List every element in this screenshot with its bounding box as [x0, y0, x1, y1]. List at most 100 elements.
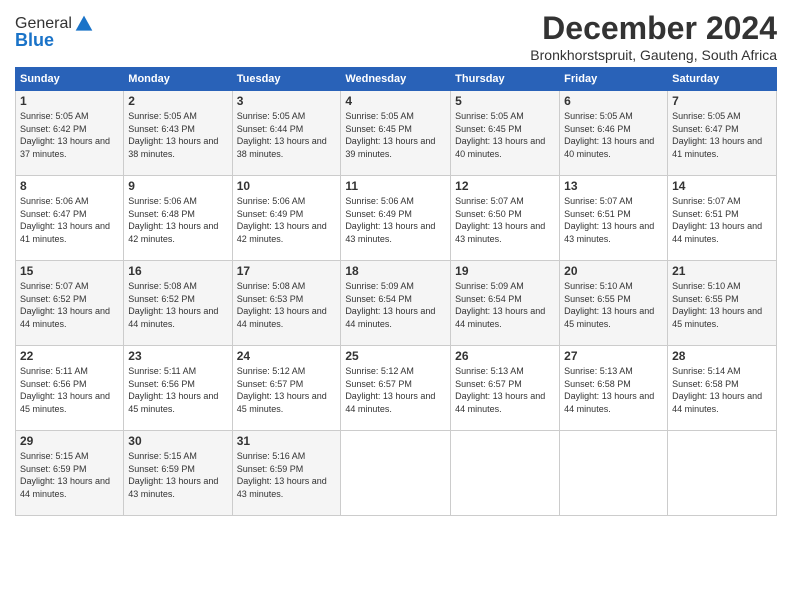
sunset-label: Sunset: 6:59 PM — [128, 464, 195, 474]
day-info: Sunrise: 5:08 AM Sunset: 6:52 PM Dayligh… — [128, 280, 227, 330]
table-cell: 3 Sunrise: 5:05 AM Sunset: 6:44 PM Dayli… — [232, 91, 341, 176]
sunrise-label: Sunrise: 5:07 AM — [672, 196, 741, 206]
table-cell: 4 Sunrise: 5:05 AM Sunset: 6:45 PM Dayli… — [341, 91, 451, 176]
sunrise-label: Sunrise: 5:11 AM — [20, 366, 88, 376]
table-cell: 2 Sunrise: 5:05 AM Sunset: 6:43 PM Dayli… — [124, 91, 232, 176]
calendar-week-2: 8 Sunrise: 5:06 AM Sunset: 6:47 PM Dayli… — [16, 176, 777, 261]
sunrise-label: Sunrise: 5:06 AM — [20, 196, 89, 206]
sunrise-label: Sunrise: 5:05 AM — [20, 111, 89, 121]
sunset-label: Sunset: 6:42 PM — [20, 124, 87, 134]
table-cell: 1 Sunrise: 5:05 AM Sunset: 6:42 PM Dayli… — [16, 91, 124, 176]
col-sunday: Sunday — [16, 68, 124, 91]
day-number: 23 — [128, 349, 227, 363]
sunrise-label: Sunrise: 5:11 AM — [128, 366, 196, 376]
daylight-label: Daylight: 13 hours and 45 minutes. — [564, 306, 654, 329]
table-cell: 30 Sunrise: 5:15 AM Sunset: 6:59 PM Dayl… — [124, 431, 232, 516]
sunset-label: Sunset: 6:54 PM — [345, 294, 412, 304]
sunrise-label: Sunrise: 5:05 AM — [455, 111, 524, 121]
sunset-label: Sunset: 6:56 PM — [128, 379, 195, 389]
sunrise-label: Sunrise: 5:14 AM — [672, 366, 741, 376]
sunset-label: Sunset: 6:59 PM — [20, 464, 87, 474]
table-cell: 8 Sunrise: 5:06 AM Sunset: 6:47 PM Dayli… — [16, 176, 124, 261]
table-cell: 23 Sunrise: 5:11 AM Sunset: 6:56 PM Dayl… — [124, 346, 232, 431]
sunset-label: Sunset: 6:57 PM — [345, 379, 412, 389]
sunset-label: Sunset: 6:51 PM — [564, 209, 631, 219]
table-cell: 28 Sunrise: 5:14 AM Sunset: 6:58 PM Dayl… — [668, 346, 777, 431]
table-cell: 29 Sunrise: 5:15 AM Sunset: 6:59 PM Dayl… — [16, 431, 124, 516]
day-info: Sunrise: 5:15 AM Sunset: 6:59 PM Dayligh… — [20, 450, 119, 500]
daylight-label: Daylight: 13 hours and 43 minutes. — [128, 476, 218, 499]
sunset-label: Sunset: 6:49 PM — [345, 209, 412, 219]
sunrise-label: Sunrise: 5:10 AM — [564, 281, 633, 291]
sunset-label: Sunset: 6:52 PM — [20, 294, 87, 304]
daylight-label: Daylight: 13 hours and 45 minutes. — [20, 391, 110, 414]
table-cell — [341, 431, 451, 516]
daylight-label: Daylight: 13 hours and 45 minutes. — [128, 391, 218, 414]
table-cell: 31 Sunrise: 5:16 AM Sunset: 6:59 PM Dayl… — [232, 431, 341, 516]
table-cell — [668, 431, 777, 516]
table-cell: 25 Sunrise: 5:12 AM Sunset: 6:57 PM Dayl… — [341, 346, 451, 431]
day-number: 1 — [20, 94, 119, 108]
table-cell: 9 Sunrise: 5:06 AM Sunset: 6:48 PM Dayli… — [124, 176, 232, 261]
day-number: 28 — [672, 349, 772, 363]
daylight-label: Daylight: 13 hours and 38 minutes. — [237, 136, 327, 159]
day-number: 27 — [564, 349, 663, 363]
day-info: Sunrise: 5:14 AM Sunset: 6:58 PM Dayligh… — [672, 365, 772, 415]
day-number: 31 — [237, 434, 337, 448]
sunset-label: Sunset: 6:48 PM — [128, 209, 195, 219]
header-area: General Blue December 2024 Bronkhorstspr… — [15, 10, 777, 63]
sunset-label: Sunset: 6:53 PM — [237, 294, 304, 304]
sunrise-label: Sunrise: 5:09 AM — [345, 281, 414, 291]
sunrise-label: Sunrise: 5:06 AM — [128, 196, 197, 206]
sunset-label: Sunset: 6:57 PM — [237, 379, 304, 389]
daylight-label: Daylight: 13 hours and 43 minutes. — [237, 476, 327, 499]
sunrise-label: Sunrise: 5:10 AM — [672, 281, 741, 291]
day-info: Sunrise: 5:12 AM Sunset: 6:57 PM Dayligh… — [237, 365, 337, 415]
sunrise-label: Sunrise: 5:13 AM — [564, 366, 633, 376]
daylight-label: Daylight: 13 hours and 44 minutes. — [20, 306, 110, 329]
sunrise-label: Sunrise: 5:05 AM — [237, 111, 306, 121]
daylight-label: Daylight: 13 hours and 45 minutes. — [237, 391, 327, 414]
day-number: 5 — [455, 94, 555, 108]
col-tuesday: Tuesday — [232, 68, 341, 91]
calendar-week-1: 1 Sunrise: 5:05 AM Sunset: 6:42 PM Dayli… — [16, 91, 777, 176]
daylight-label: Daylight: 13 hours and 40 minutes. — [455, 136, 545, 159]
table-cell: 5 Sunrise: 5:05 AM Sunset: 6:45 PM Dayli… — [451, 91, 560, 176]
sunset-label: Sunset: 6:58 PM — [672, 379, 739, 389]
daylight-label: Daylight: 13 hours and 43 minutes. — [455, 221, 545, 244]
sunset-label: Sunset: 6:46 PM — [564, 124, 631, 134]
day-number: 20 — [564, 264, 663, 278]
daylight-label: Daylight: 13 hours and 44 minutes. — [455, 391, 545, 414]
day-number: 14 — [672, 179, 772, 193]
calendar-header-row: Sunday Monday Tuesday Wednesday Thursday… — [16, 68, 777, 91]
table-cell: 16 Sunrise: 5:08 AM Sunset: 6:52 PM Dayl… — [124, 261, 232, 346]
daylight-label: Daylight: 13 hours and 44 minutes. — [672, 221, 762, 244]
sunrise-label: Sunrise: 5:08 AM — [128, 281, 197, 291]
day-info: Sunrise: 5:10 AM Sunset: 6:55 PM Dayligh… — [672, 280, 772, 330]
table-cell: 24 Sunrise: 5:12 AM Sunset: 6:57 PM Dayl… — [232, 346, 341, 431]
sunset-label: Sunset: 6:55 PM — [564, 294, 631, 304]
daylight-label: Daylight: 13 hours and 44 minutes. — [672, 391, 762, 414]
day-number: 8 — [20, 179, 119, 193]
sunset-label: Sunset: 6:44 PM — [237, 124, 304, 134]
sunset-label: Sunset: 6:52 PM — [128, 294, 195, 304]
day-number: 21 — [672, 264, 772, 278]
day-number: 30 — [128, 434, 227, 448]
day-number: 13 — [564, 179, 663, 193]
day-info: Sunrise: 5:07 AM Sunset: 6:50 PM Dayligh… — [455, 195, 555, 245]
sunrise-label: Sunrise: 5:05 AM — [564, 111, 633, 121]
daylight-label: Daylight: 13 hours and 43 minutes. — [564, 221, 654, 244]
day-info: Sunrise: 5:11 AM Sunset: 6:56 PM Dayligh… — [128, 365, 227, 415]
col-saturday: Saturday — [668, 68, 777, 91]
day-number: 15 — [20, 264, 119, 278]
daylight-label: Daylight: 13 hours and 44 minutes. — [455, 306, 545, 329]
day-number: 25 — [345, 349, 446, 363]
sunrise-label: Sunrise: 5:05 AM — [128, 111, 197, 121]
day-info: Sunrise: 5:08 AM Sunset: 6:53 PM Dayligh… — [237, 280, 337, 330]
day-info: Sunrise: 5:10 AM Sunset: 6:55 PM Dayligh… — [564, 280, 663, 330]
day-info: Sunrise: 5:05 AM Sunset: 6:43 PM Dayligh… — [128, 110, 227, 160]
day-number: 9 — [128, 179, 227, 193]
table-cell: 12 Sunrise: 5:07 AM Sunset: 6:50 PM Dayl… — [451, 176, 560, 261]
sunrise-label: Sunrise: 5:06 AM — [237, 196, 306, 206]
day-info: Sunrise: 5:13 AM Sunset: 6:57 PM Dayligh… — [455, 365, 555, 415]
